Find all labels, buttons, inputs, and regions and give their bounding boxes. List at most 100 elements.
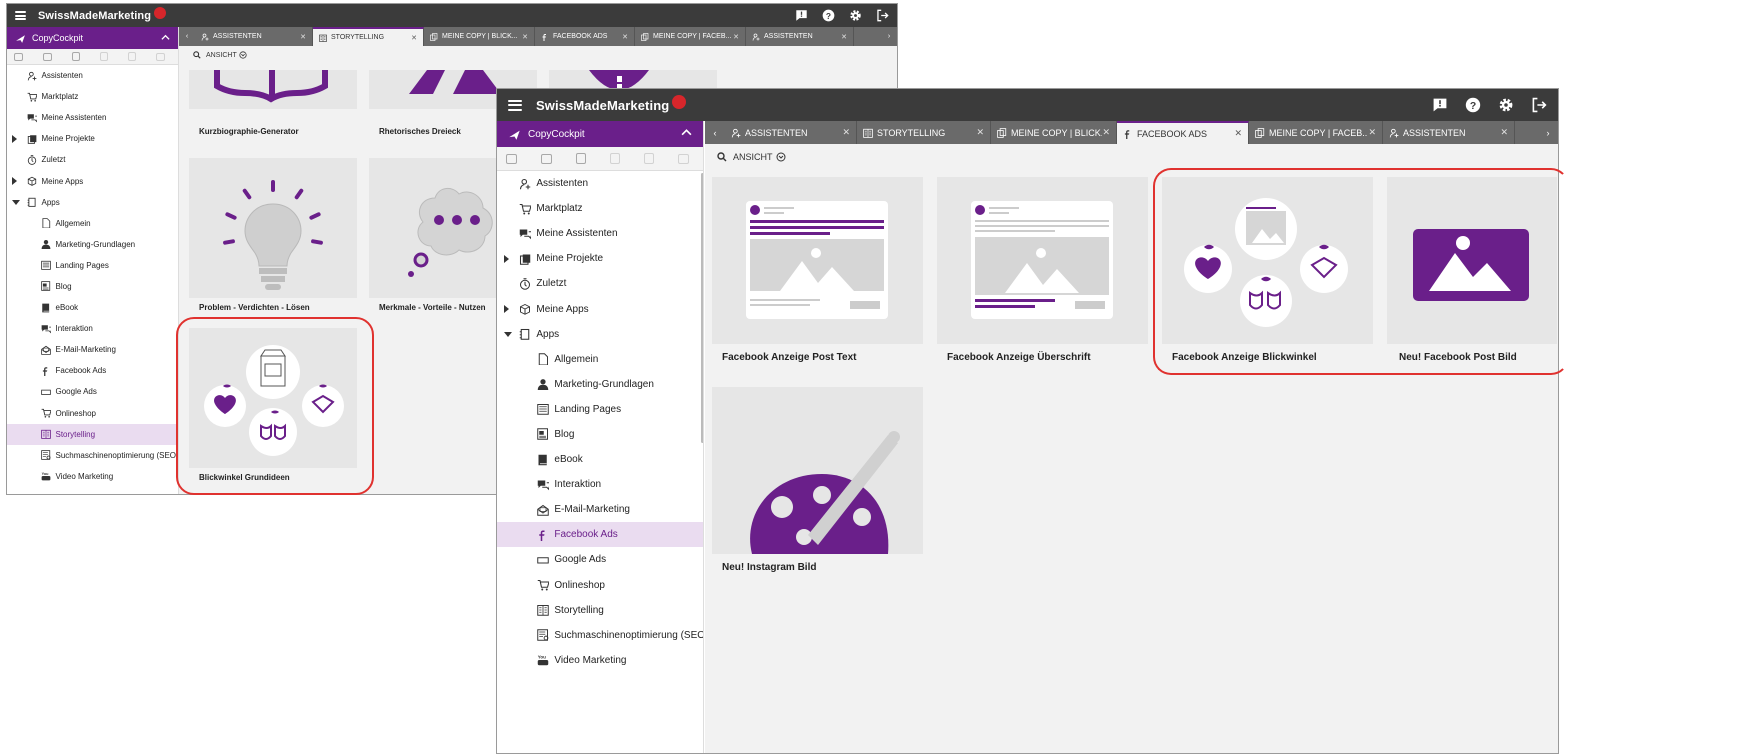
feedback-icon[interactable] [795, 9, 808, 22]
tool-move-file-icon[interactable] [610, 153, 620, 164]
logout-icon[interactable] [1531, 97, 1547, 113]
hamburger-menu-icon[interactable] [508, 99, 522, 111]
tool-file-icon[interactable] [644, 153, 654, 164]
settings-gear-icon[interactable] [849, 9, 862, 22]
hamburger-menu-icon[interactable] [15, 11, 26, 20]
app-card[interactable]: Facebook Anzeige Überschrift [937, 177, 1148, 369]
expand-right-icon[interactable] [504, 254, 509, 263]
expand-down-icon[interactable] [504, 331, 512, 337]
expand-down-icon[interactable] [12, 199, 20, 205]
sidebar-item-marktplatz[interactable]: Marktplatz [7, 86, 178, 107]
sidebar-app-ebook[interactable]: eBook [497, 447, 703, 472]
close-tab-icon[interactable]: ✕ [300, 33, 306, 41]
search-icon[interactable] [193, 51, 201, 59]
tool-new-folder-icon[interactable] [506, 153, 517, 164]
tool-add-file-icon[interactable] [72, 52, 80, 61]
tool-copy-icon[interactable] [678, 153, 689, 164]
sidebar-item-apps[interactable]: Apps [497, 322, 703, 347]
sidebar-app-google-ads[interactable]: Google Ads [7, 381, 178, 402]
sidebar-item-meine-apps[interactable]: Meine Apps [497, 296, 703, 321]
sidebar-header[interactable]: CopyCockpit [497, 121, 703, 147]
expand-right-icon[interactable] [12, 177, 17, 186]
sidebar-app-suchmaschinenoptimierung-seo-[interactable]: Suchmaschinenoptimierung (SEO) [7, 445, 178, 466]
chevron-down-circle-icon[interactable] [776, 152, 786, 162]
sidebar-scrollbar[interactable] [701, 173, 703, 443]
sidebar-item-apps[interactable]: Apps [7, 192, 178, 213]
logout-icon[interactable] [876, 9, 889, 22]
close-tab-icon[interactable]: ✕ [522, 33, 528, 41]
close-tab-icon[interactable]: ✕ [1368, 127, 1376, 138]
tab-assistenten[interactable]: ASSISTENTEN ✕ [195, 27, 313, 46]
sidebar-app-storytelling[interactable]: Storytelling [497, 598, 703, 623]
tab-assistenten[interactable]: ASSISTENTEN ✕ [1383, 121, 1515, 144]
tab-scroll-left-icon[interactable]: ‹ [179, 27, 195, 46]
sidebar-item-meine-assistenten[interactable]: Meine Assistenten [497, 221, 703, 246]
tool-folder-icon[interactable] [43, 52, 52, 61]
chevron-down-circle-icon[interactable] [239, 51, 247, 59]
close-tab-icon[interactable]: ✕ [842, 127, 850, 138]
sidebar-app-facebook-ads[interactable]: Facebook Ads [7, 360, 178, 381]
sidebar-app-allgemein[interactable]: Allgemein [7, 213, 178, 234]
close-tab-icon[interactable]: ✕ [1234, 128, 1242, 139]
close-tab-icon[interactable]: ✕ [1102, 127, 1110, 138]
sidebar-item-meine-apps[interactable]: Meine Apps [7, 170, 178, 191]
close-tab-icon[interactable]: ✕ [411, 34, 417, 42]
sidebar-app-video-marketing[interactable]: You Video Marketing [497, 648, 703, 673]
app-card[interactable]: Kurzbiographie-Generator [189, 70, 357, 136]
tool-folder-icon[interactable] [541, 153, 552, 164]
sidebar-app-onlineshop[interactable]: Onlineshop [497, 573, 703, 598]
settings-gear-icon[interactable] [1498, 97, 1514, 113]
sidebar-header[interactable]: CopyCockpit [7, 27, 178, 49]
tab-scroll-right-icon[interactable]: › [1538, 121, 1558, 144]
sidebar-item-assistenten[interactable]: Assistenten [7, 65, 178, 86]
sidebar-item-meine-projekte[interactable]: Meine Projekte [7, 128, 178, 149]
app-card[interactable]: Neu! Instagram Bild [712, 387, 923, 579]
tab-storytelling[interactable]: STORYTELLING ✕ [313, 27, 424, 46]
sidebar-app-interaktion[interactable]: Interaktion [497, 472, 703, 497]
sidebar-app-landing-pages[interactable]: Landing Pages [497, 397, 703, 422]
tab-meine-copy-blick[interactable]: MEINE COPY | BLICK... ✕ [424, 27, 535, 46]
close-tab-icon[interactable]: ✕ [733, 33, 739, 41]
expand-right-icon[interactable] [12, 134, 17, 143]
expand-right-icon[interactable] [504, 305, 509, 314]
help-icon[interactable]: ? [1465, 97, 1481, 113]
sidebar-app-allgemein[interactable]: Allgemein [497, 347, 703, 372]
sidebar-app-e-mail-marketing[interactable]: E-Mail-Marketing [497, 497, 703, 522]
sidebar-item-zuletzt[interactable]: Zuletzt [7, 149, 178, 170]
tab-meine-copy-faceb[interactable]: MEINE COPY | FACEB... ✕ [635, 27, 746, 46]
tool-add-file-icon[interactable] [576, 153, 586, 164]
app-card[interactable]: Facebook Anzeige Post Text [712, 177, 923, 369]
help-icon[interactable]: ? [822, 9, 835, 22]
sidebar-app-storytelling[interactable]: Storytelling [7, 423, 178, 445]
close-tab-icon[interactable]: ✕ [622, 33, 628, 41]
close-tab-icon[interactable]: ✕ [841, 33, 847, 41]
sidebar-item-meine-assistenten[interactable]: Meine Assistenten [7, 107, 178, 128]
sidebar-app-video-marketing[interactable]: You Video Marketing [7, 466, 178, 487]
sidebar-app-interaktion[interactable]: Interaktion [7, 318, 178, 339]
sidebar-app-marketing-grundlagen[interactable]: Marketing-Grundlagen [7, 234, 178, 255]
tab-scroll-left-icon[interactable]: ‹ [705, 121, 725, 144]
feedback-icon[interactable] [1432, 97, 1448, 113]
tool-new-folder-icon[interactable] [14, 52, 23, 61]
close-tab-icon[interactable]: ✕ [976, 127, 984, 138]
tool-copy-icon[interactable] [156, 52, 165, 61]
sidebar-app-google-ads[interactable]: Google Ads [497, 547, 703, 572]
tab-facebook-ads[interactable]: FACEBOOK ADS ✕ [535, 27, 635, 46]
sidebar-app-onlineshop[interactable]: Onlineshop [7, 403, 178, 424]
tab-assistenten[interactable]: ASSISTENTEN ✕ [725, 121, 857, 144]
search-icon[interactable] [717, 152, 727, 162]
tab-meine-copy-faceb[interactable]: MEINE COPY | FACEB... ✕ [1249, 121, 1383, 144]
tab-scroll-right-icon[interactable]: › [881, 27, 897, 46]
tab-facebook-ads[interactable]: FACEBOOK ADS ✕ [1117, 121, 1249, 144]
tab-storytelling[interactable]: STORYTELLING ✕ [857, 121, 991, 144]
tab-assistenten[interactable]: ASSISTENTEN ✕ [746, 27, 854, 46]
chevron-up-icon[interactable] [161, 33, 170, 44]
sidebar-app-landing-pages[interactable]: Landing Pages [7, 255, 178, 276]
app-card[interactable]: Problem - Verdichten - Lösen [189, 158, 357, 316]
sidebar-item-assistenten[interactable]: Assistenten [497, 171, 703, 196]
view-label[interactable]: ANSICHT [206, 52, 237, 59]
tool-file-icon[interactable] [128, 52, 136, 61]
sidebar-app-facebook-ads[interactable]: Facebook Ads [497, 522, 703, 548]
tab-meine-copy-blick[interactable]: MEINE COPY | BLICK... ✕ [991, 121, 1117, 144]
sidebar-app-marketing-grundlagen[interactable]: Marketing-Grundlagen [497, 372, 703, 397]
